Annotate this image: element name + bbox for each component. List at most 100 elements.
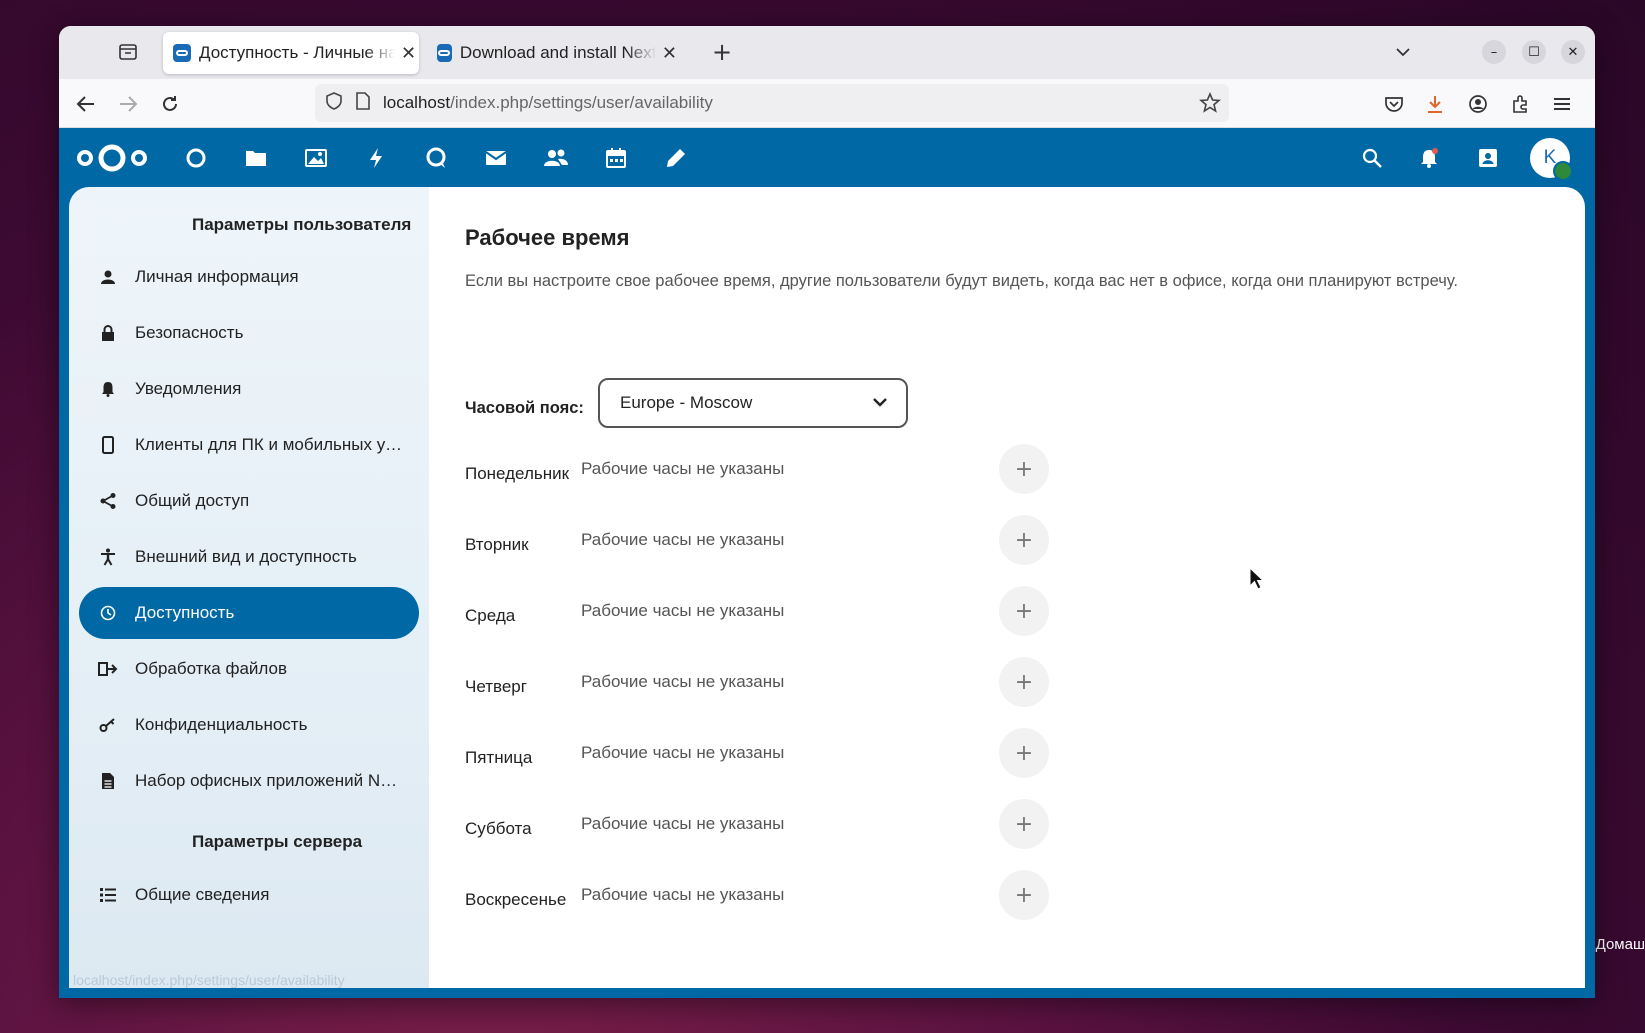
sidebar-item-label: Личная информация <box>135 267 299 286</box>
new-tab-icon[interactable]: + <box>710 38 734 66</box>
downloads-icon[interactable] <box>1422 91 1448 117</box>
sidebar-item-personal-info[interactable]: Личная информация <box>79 251 419 303</box>
extensions-icon[interactable] <box>1507 91 1533 117</box>
close-tab-icon[interactable]: ✕ <box>401 43 416 64</box>
bell-icon <box>93 381 123 397</box>
add-slot-button[interactable]: + <box>999 657 1049 707</box>
nextcloud-favicon-icon <box>437 44 452 62</box>
shield-icon[interactable] <box>325 91 343 116</box>
sidebar-item-label: Доступность <box>135 603 235 622</box>
add-slot-button[interactable]: + <box>999 799 1049 849</box>
mail-icon[interactable] <box>483 145 509 171</box>
user-avatar[interactable]: K <box>1530 138 1573 181</box>
add-slot-button[interactable]: + <box>999 870 1049 920</box>
day-label: Четверг <box>465 677 527 696</box>
sidebar-item-label: Общий доступ <box>135 491 250 510</box>
no-hours-text: Рабочие часы не указаны <box>581 885 785 904</box>
menu-hamburger-icon[interactable] <box>1549 91 1575 117</box>
no-hours-text: Рабочие часы не указаны <box>581 743 785 762</box>
sidebar-item-label: Общие сведения <box>135 885 270 904</box>
photos-icon[interactable] <box>303 145 329 171</box>
activity-icon[interactable] <box>363 145 389 171</box>
calendar-icon[interactable] <box>603 145 629 171</box>
nextcloud-logo-icon[interactable] <box>75 142 149 174</box>
page-info-icon[interactable] <box>355 91 371 116</box>
sidebar-item-availability[interactable]: Доступность <box>79 587 419 639</box>
page-title: Рабочее время <box>465 225 630 250</box>
nextcloud-favicon-icon <box>173 44 191 62</box>
add-slot-button[interactable]: + <box>999 444 1049 494</box>
sidebar-item-label: Клиенты для ПК и мобильных устройств <box>135 435 405 454</box>
no-hours-text: Рабочие часы не указаны <box>581 601 785 620</box>
file-process-icon <box>93 661 123 677</box>
nextcloud-content-area: Параметры пользователя Личная информация… <box>59 187 1595 998</box>
day-row-monday: Понедельник Рабочие часы не указаны + <box>465 444 1085 494</box>
clock-icon <box>93 605 123 621</box>
timezone-select[interactable]: Europe - Moscow <box>598 378 908 428</box>
notes-icon[interactable] <box>663 145 689 171</box>
sidebar-item-overview[interactable]: Общие сведения <box>79 869 419 921</box>
day-label: Пятница <box>465 748 533 767</box>
notifications-bell-icon[interactable] <box>1416 145 1442 171</box>
day-row-saturday: Суббота Рабочие часы не указаны + <box>465 799 1085 849</box>
no-hours-text: Рабочие часы не указаны <box>581 814 785 833</box>
dashboard-icon[interactable] <box>183 145 209 171</box>
url-host: localhost <box>383 93 451 112</box>
day-row-wednesday: Среда Рабочие часы не указаны + <box>465 586 1085 636</box>
online-status-icon <box>1553 161 1573 181</box>
contacts-menu-icon[interactable] <box>1475 145 1501 171</box>
sidebar-item-notifications[interactable]: Уведомления <box>79 363 419 415</box>
day-label: Среда <box>465 606 516 625</box>
day-row-friday: Пятница Рабочие часы не указаны + <box>465 728 1085 778</box>
add-slot-button[interactable]: + <box>999 515 1049 565</box>
sidebar-item-appearance[interactable]: Внешний вид и доступность <box>79 531 419 583</box>
document-icon <box>93 772 123 790</box>
personal-settings-header: Параметры пользователя <box>192 215 412 234</box>
sidebar-item-privacy[interactable]: Конфиденциальность <box>79 699 419 751</box>
pocket-icon[interactable] <box>1381 91 1407 117</box>
day-row-tuesday: Вторник Рабочие часы не указаны + <box>465 515 1085 565</box>
phone-icon <box>93 436 123 454</box>
bookmark-star-icon[interactable] <box>1198 91 1222 119</box>
key-icon <box>93 717 123 733</box>
nextcloud-header: K <box>59 128 1595 188</box>
search-icon[interactable] <box>1359 145 1385 171</box>
list-tabs-chevron-icon[interactable] <box>1391 40 1415 64</box>
sidebar-item-office[interactable]: Набор офисных приложений Nextcloud <box>79 755 419 807</box>
accessibility-icon <box>93 548 123 566</box>
talk-icon[interactable] <box>423 145 449 171</box>
url-path: /index.php/settings/user/availability <box>450 93 713 112</box>
close-tab-icon[interactable]: ✕ <box>662 43 677 64</box>
timezone-value: Europe - Moscow <box>620 393 753 412</box>
settings-sidebar: Параметры пользователя Личная информация… <box>69 187 429 988</box>
contacts-icon[interactable] <box>543 145 569 171</box>
sidebar-item-label: Обработка файлов <box>135 659 287 678</box>
lock-icon <box>93 325 123 341</box>
reload-icon[interactable] <box>157 91 183 117</box>
sidebar-item-file-processing[interactable]: Обработка файлов <box>79 643 419 695</box>
no-hours-text: Рабочие часы не указаны <box>581 459 785 478</box>
navigation-bar: localhost/index.php/settings/user/availa… <box>59 79 1595 128</box>
minimize-icon[interactable]: – <box>1482 40 1506 64</box>
tab-download[interactable]: Download and install Nextcloud ✕ <box>427 32 677 74</box>
link-status-url: localhost/index.php/settings/user/availa… <box>73 972 345 988</box>
close-window-icon[interactable]: ✕ <box>1561 40 1585 64</box>
sidebar-item-label: Набор офисных приложений Nextcloud <box>135 771 405 790</box>
back-arrow-icon[interactable] <box>73 91 99 117</box>
sidebar-item-sharing[interactable]: Общий доступ <box>79 475 419 527</box>
add-slot-button[interactable]: + <box>999 728 1049 778</box>
url-bar[interactable]: localhost/index.php/settings/user/availa… <box>315 84 1229 122</box>
forward-arrow-icon[interactable] <box>115 91 141 117</box>
tab-overview-icon[interactable] <box>116 40 140 64</box>
no-hours-text: Рабочие часы не указаны <box>581 530 785 549</box>
maximize-icon[interactable]: ☐ <box>1522 40 1546 64</box>
add-slot-button[interactable]: + <box>999 586 1049 636</box>
day-label: Воскресенье <box>465 890 567 909</box>
mouse-cursor-icon <box>1249 567 1265 590</box>
sidebar-item-clients[interactable]: Клиенты для ПК и мобильных устройств <box>79 419 419 471</box>
sidebar-item-security[interactable]: Безопасность <box>79 307 419 359</box>
account-icon[interactable] <box>1465 91 1491 117</box>
tab-availability[interactable]: Доступность - Личные настройки ✕ <box>163 32 419 74</box>
files-icon[interactable] <box>243 145 269 171</box>
tab-title: Доступность - Личные настройки <box>199 43 395 62</box>
